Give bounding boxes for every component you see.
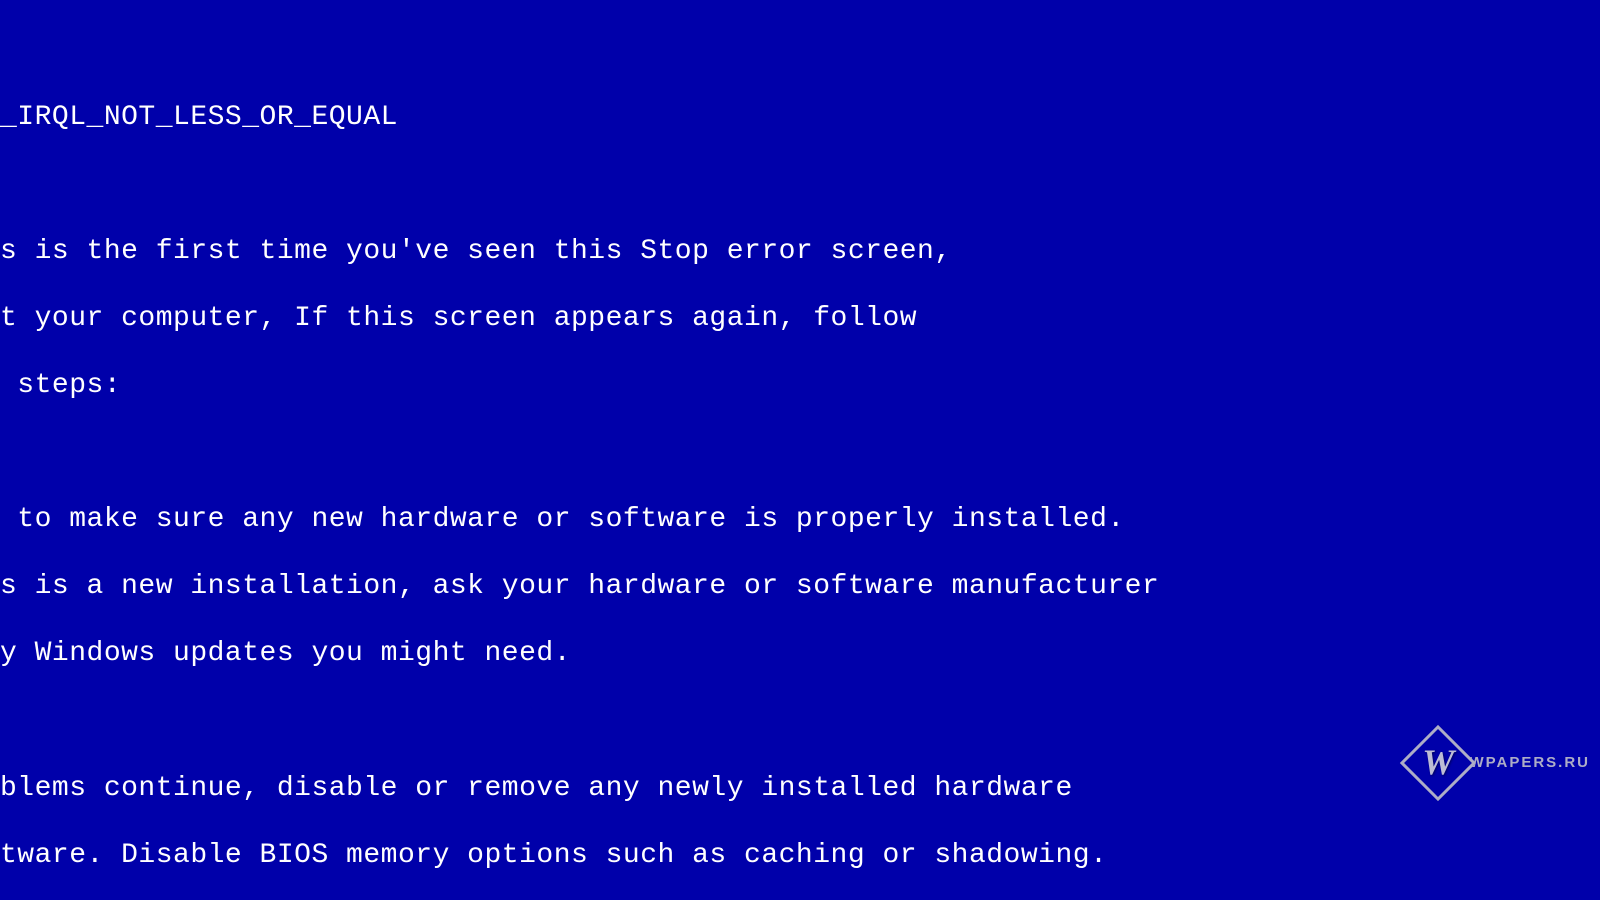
bsod-line: steps: — [0, 369, 1600, 403]
bsod-line: to make sure any new hardware or softwar… — [0, 503, 1600, 537]
bsod-screen: _IRQL_NOT_LESS_OR_EQUAL s is the first t… — [0, 0, 1600, 900]
watermark-badge-icon: W — [1400, 725, 1476, 801]
bsod-error-name: _IRQL_NOT_LESS_OR_EQUAL — [0, 101, 1600, 135]
bsod-line: s is a new installation, ask your hardwa… — [0, 570, 1600, 604]
bsod-line: y Windows updates you might need. — [0, 637, 1600, 671]
watermark: W WPAPERS.RU — [1411, 736, 1590, 790]
bsod-line — [0, 705, 1600, 739]
bsod-line: blems continue, disable or remove any ne… — [0, 772, 1600, 806]
bsod-line: tware. Disable BIOS memory options such … — [0, 839, 1600, 873]
bsod-line — [0, 436, 1600, 470]
bsod-line: s is the first time you've seen this Sto… — [0, 235, 1600, 269]
watermark-badge-letter: W — [1422, 741, 1454, 784]
bsod-line: t your computer, If this screen appears … — [0, 302, 1600, 336]
bsod-line — [0, 168, 1600, 202]
watermark-text: WPAPERS.RU — [1469, 754, 1590, 772]
bsod-line — [0, 34, 1600, 68]
